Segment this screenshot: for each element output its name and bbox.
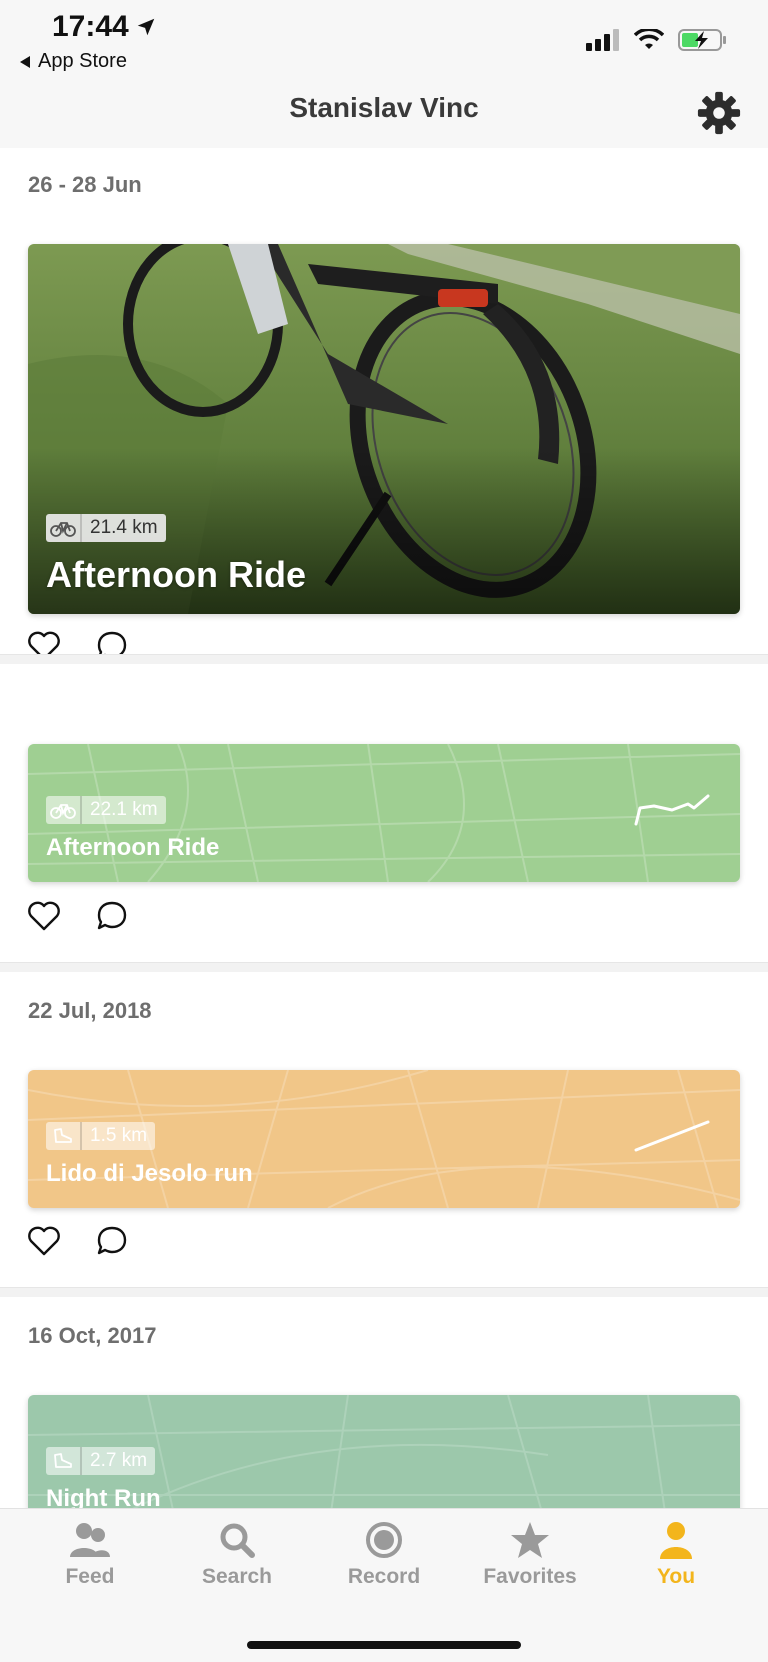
- activity-card-photo[interactable]: 21.4 km Afternoon Ride: [28, 244, 740, 614]
- page-title: Stanislav Vinc: [289, 92, 479, 123]
- distance-badge: 1.5 km: [46, 1122, 156, 1150]
- section-date: 16 Oct, 2017: [28, 1323, 157, 1348]
- back-app-label: App Store: [38, 50, 127, 72]
- distance-value: 2.7 km: [90, 1450, 148, 1471]
- activity-title: Afternoon Ride: [46, 834, 220, 861]
- activity-title: Night Run: [46, 1485, 161, 1508]
- heart-icon[interactable]: [26, 898, 62, 934]
- person-icon: [660, 1522, 692, 1559]
- section-date: 22 Jul, 2018: [28, 998, 152, 1023]
- section-date: 26 - 28 Jun: [28, 172, 142, 197]
- activity-title: Lido di Jesolo run: [46, 1160, 253, 1187]
- home-indicator: [247, 1641, 521, 1649]
- back-to-app-link[interactable]: App Store: [18, 50, 127, 73]
- activity-card-map[interactable]: 1.5 km Lido di Jesolo run: [28, 1070, 740, 1208]
- location-arrow-icon: [137, 18, 154, 36]
- tab-record[interactable]: Record: [319, 1521, 449, 1589]
- profile-header: Stanislav Vinc: [0, 80, 768, 148]
- bicycle-icon: [46, 514, 82, 542]
- status-bar: 17:44 App Store: [0, 0, 768, 80]
- tab-label: Favorites: [483, 1565, 577, 1588]
- distance-badge: 21.4 km: [46, 514, 166, 542]
- comment-icon[interactable]: [94, 898, 130, 934]
- star-icon: [511, 1522, 549, 1558]
- distance-value: 22.1 km: [90, 799, 158, 820]
- activity-title: Afternoon Ride: [46, 554, 306, 595]
- record-icon: [366, 1522, 402, 1558]
- wifi-icon: [634, 29, 664, 49]
- distance-badge: 2.7 km: [46, 1447, 156, 1475]
- status-indicators: [586, 28, 728, 52]
- tab-you[interactable]: You: [611, 1521, 741, 1589]
- status-time-text: 17:44: [52, 10, 129, 43]
- people-icon: [70, 1523, 110, 1557]
- tab-label: Record: [347, 1565, 421, 1588]
- distance-badge: 22.1 km: [46, 796, 166, 824]
- tab-bar: Feed Search Record Favorites You: [0, 1508, 768, 1662]
- tab-favorites[interactable]: Favorites: [465, 1521, 595, 1589]
- cellular-signal-icon: [586, 29, 619, 51]
- route-trace: [634, 794, 710, 826]
- heart-icon[interactable]: [26, 1223, 62, 1259]
- activity-card-map[interactable]: 22.1 km Afternoon Ride: [28, 744, 740, 882]
- status-time: 17:44: [52, 10, 157, 44]
- battery-charging-icon: [678, 29, 726, 51]
- section-divider: [0, 654, 768, 664]
- section-divider: [0, 1287, 768, 1297]
- tab-feed[interactable]: Feed: [25, 1521, 155, 1589]
- activity-actions: [26, 1223, 130, 1259]
- section-divider: [0, 962, 768, 972]
- back-triangle-icon: [20, 55, 30, 68]
- activity-card-map[interactable]: 2.7 km Night Run: [28, 1395, 740, 1508]
- tab-label: You: [656, 1565, 696, 1588]
- tab-search[interactable]: Search: [172, 1521, 302, 1589]
- activity-actions: [26, 898, 130, 934]
- tab-label: Feed: [65, 1565, 115, 1588]
- search-icon: [220, 1523, 255, 1558]
- distance-value: 1.5 km: [90, 1125, 148, 1146]
- comment-icon[interactable]: [94, 1223, 130, 1259]
- gear-icon: [697, 91, 741, 135]
- distance-value: 21.4 km: [90, 517, 158, 538]
- shoe-icon: [46, 1447, 82, 1475]
- tab-label: Search: [201, 1565, 273, 1588]
- activity-feed[interactable]: 26 - 28 Jun 21.4 km Afternoon Ride 22.1 …: [0, 148, 768, 1508]
- route-trace: [634, 1120, 710, 1152]
- settings-button[interactable]: [696, 90, 742, 136]
- bicycle-icon: [46, 796, 82, 824]
- shoe-icon: [46, 1122, 82, 1150]
